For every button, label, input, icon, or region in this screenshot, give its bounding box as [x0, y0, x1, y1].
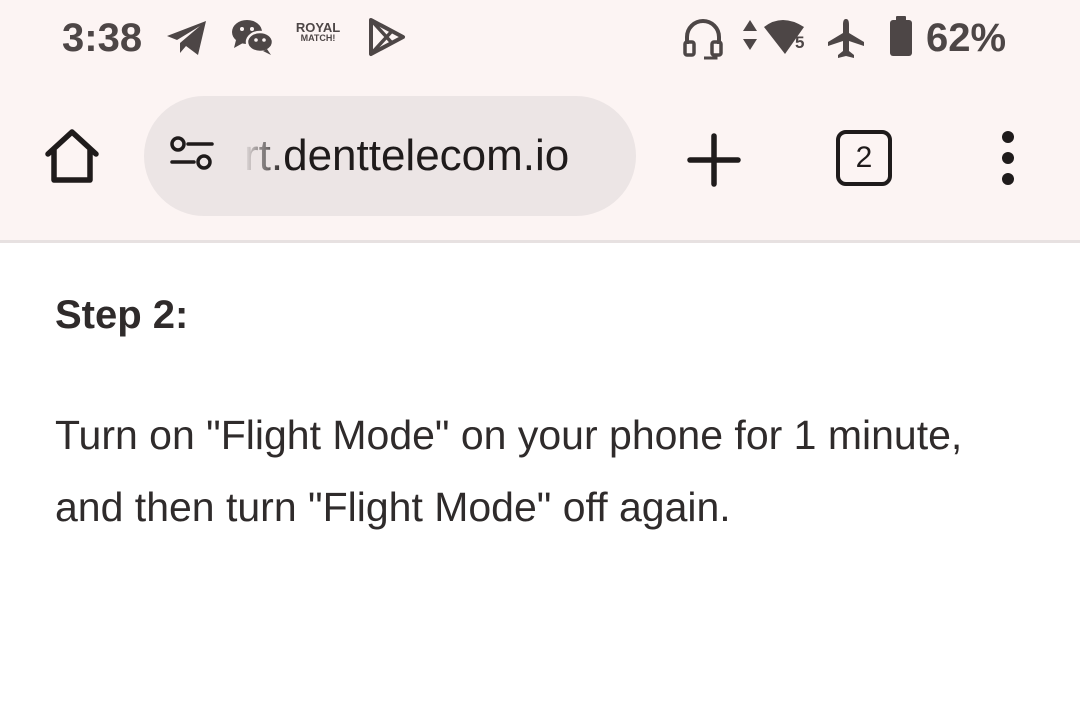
status-bar: 3:38 ROYAL MATCH! 5 62% — [0, 0, 1080, 86]
wifi-badge: 5 — [795, 33, 805, 52]
status-time: 3:38 — [62, 16, 143, 60]
data-arrows-icon — [743, 20, 757, 50]
wechat-icon — [232, 20, 275, 55]
page-content: Step 2: Turn on "Flight Mode" on your ph… — [0, 243, 1080, 708]
step-instructions: Turn on "Flight Mode" on your phone for … — [55, 412, 963, 530]
browser-toolbar: rt.denttelecom.io 2 — [0, 86, 1080, 243]
more-vert-icon[interactable] — [988, 130, 1028, 190]
tab-switcher[interactable]: 2 — [836, 130, 892, 186]
battery-percent: 62% — [926, 16, 1007, 60]
royal-match-line1: ROYAL — [295, 20, 341, 35]
play-store-icon — [369, 18, 405, 56]
airplane-icon — [828, 19, 864, 58]
url-text: rt.denttelecom.io — [244, 131, 570, 180]
plus-icon[interactable] — [684, 130, 744, 190]
home-icon[interactable] — [40, 124, 104, 188]
wifi-icon — [764, 20, 804, 54]
royal-match-icon: ROYAL MATCH! — [292, 20, 344, 44]
address-bar[interactable]: rt.denttelecom.io — [144, 96, 636, 216]
headset-icon — [683, 19, 723, 60]
step-title: Step 2: — [55, 293, 189, 337]
site-settings-icon[interactable] — [168, 134, 216, 174]
telegram-icon — [167, 21, 206, 55]
battery-icon — [890, 16, 912, 56]
